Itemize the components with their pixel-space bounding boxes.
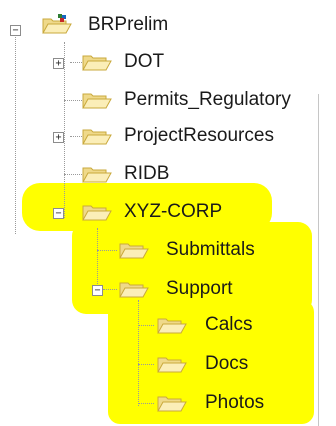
project-folder-icon	[40, 14, 72, 36]
folder-icon	[80, 201, 112, 223]
tree-node-label: Support	[166, 278, 233, 299]
tree-node-label: ProjectResources	[124, 125, 274, 146]
tree-node-projectresources[interactable]: + ProjectResources	[0, 118, 336, 154]
folder-icon	[80, 51, 112, 73]
folder-tree: − BRPrelim + DOT Permits_Regulatory + Pr…	[0, 0, 336, 426]
tree-node-label: Submittals	[166, 239, 255, 260]
collapse-icon[interactable]: −	[10, 25, 21, 36]
folder-icon	[80, 89, 112, 111]
folder-icon	[155, 392, 187, 414]
tree-node-label: XYZ-CORP	[124, 201, 223, 222]
folder-icon	[155, 353, 187, 375]
tree-node-xyz-corp[interactable]: − XYZ-CORP	[0, 194, 336, 230]
expand-icon[interactable]: +	[53, 58, 64, 69]
tree-node-docs[interactable]: Docs	[0, 346, 336, 382]
tree-node-brprelim[interactable]: − BRPrelim	[0, 6, 336, 42]
tree-node-label: Permits_Regulatory	[124, 89, 291, 110]
collapse-icon[interactable]: −	[92, 285, 103, 296]
tree-node-calcs[interactable]: Calcs	[0, 307, 336, 343]
tree-node-label: Calcs	[205, 314, 253, 335]
tree-node-permits-regulatory[interactable]: Permits_Regulatory	[0, 82, 336, 118]
folder-icon	[80, 163, 112, 185]
tree-node-dot[interactable]: + DOT	[0, 44, 336, 80]
folder-icon	[117, 278, 149, 300]
folder-icon	[117, 239, 149, 261]
tree-node-label: DOT	[124, 51, 165, 72]
tree-node-label: Docs	[205, 353, 249, 374]
tree-node-support[interactable]: − Support	[0, 271, 336, 307]
expand-icon[interactable]: +	[53, 132, 64, 143]
tree-node-submittals[interactable]: Submittals	[0, 232, 336, 268]
tree-node-label: BRPrelim	[88, 14, 169, 35]
folder-icon	[80, 125, 112, 147]
folder-icon	[155, 314, 187, 336]
tree-node-label: Photos	[205, 392, 265, 413]
tree-node-ridb[interactable]: RIDB	[0, 156, 336, 192]
tree-node-label: RIDB	[124, 163, 170, 184]
tree-node-photos[interactable]: Photos	[0, 385, 336, 421]
collapse-icon[interactable]: −	[53, 208, 64, 219]
